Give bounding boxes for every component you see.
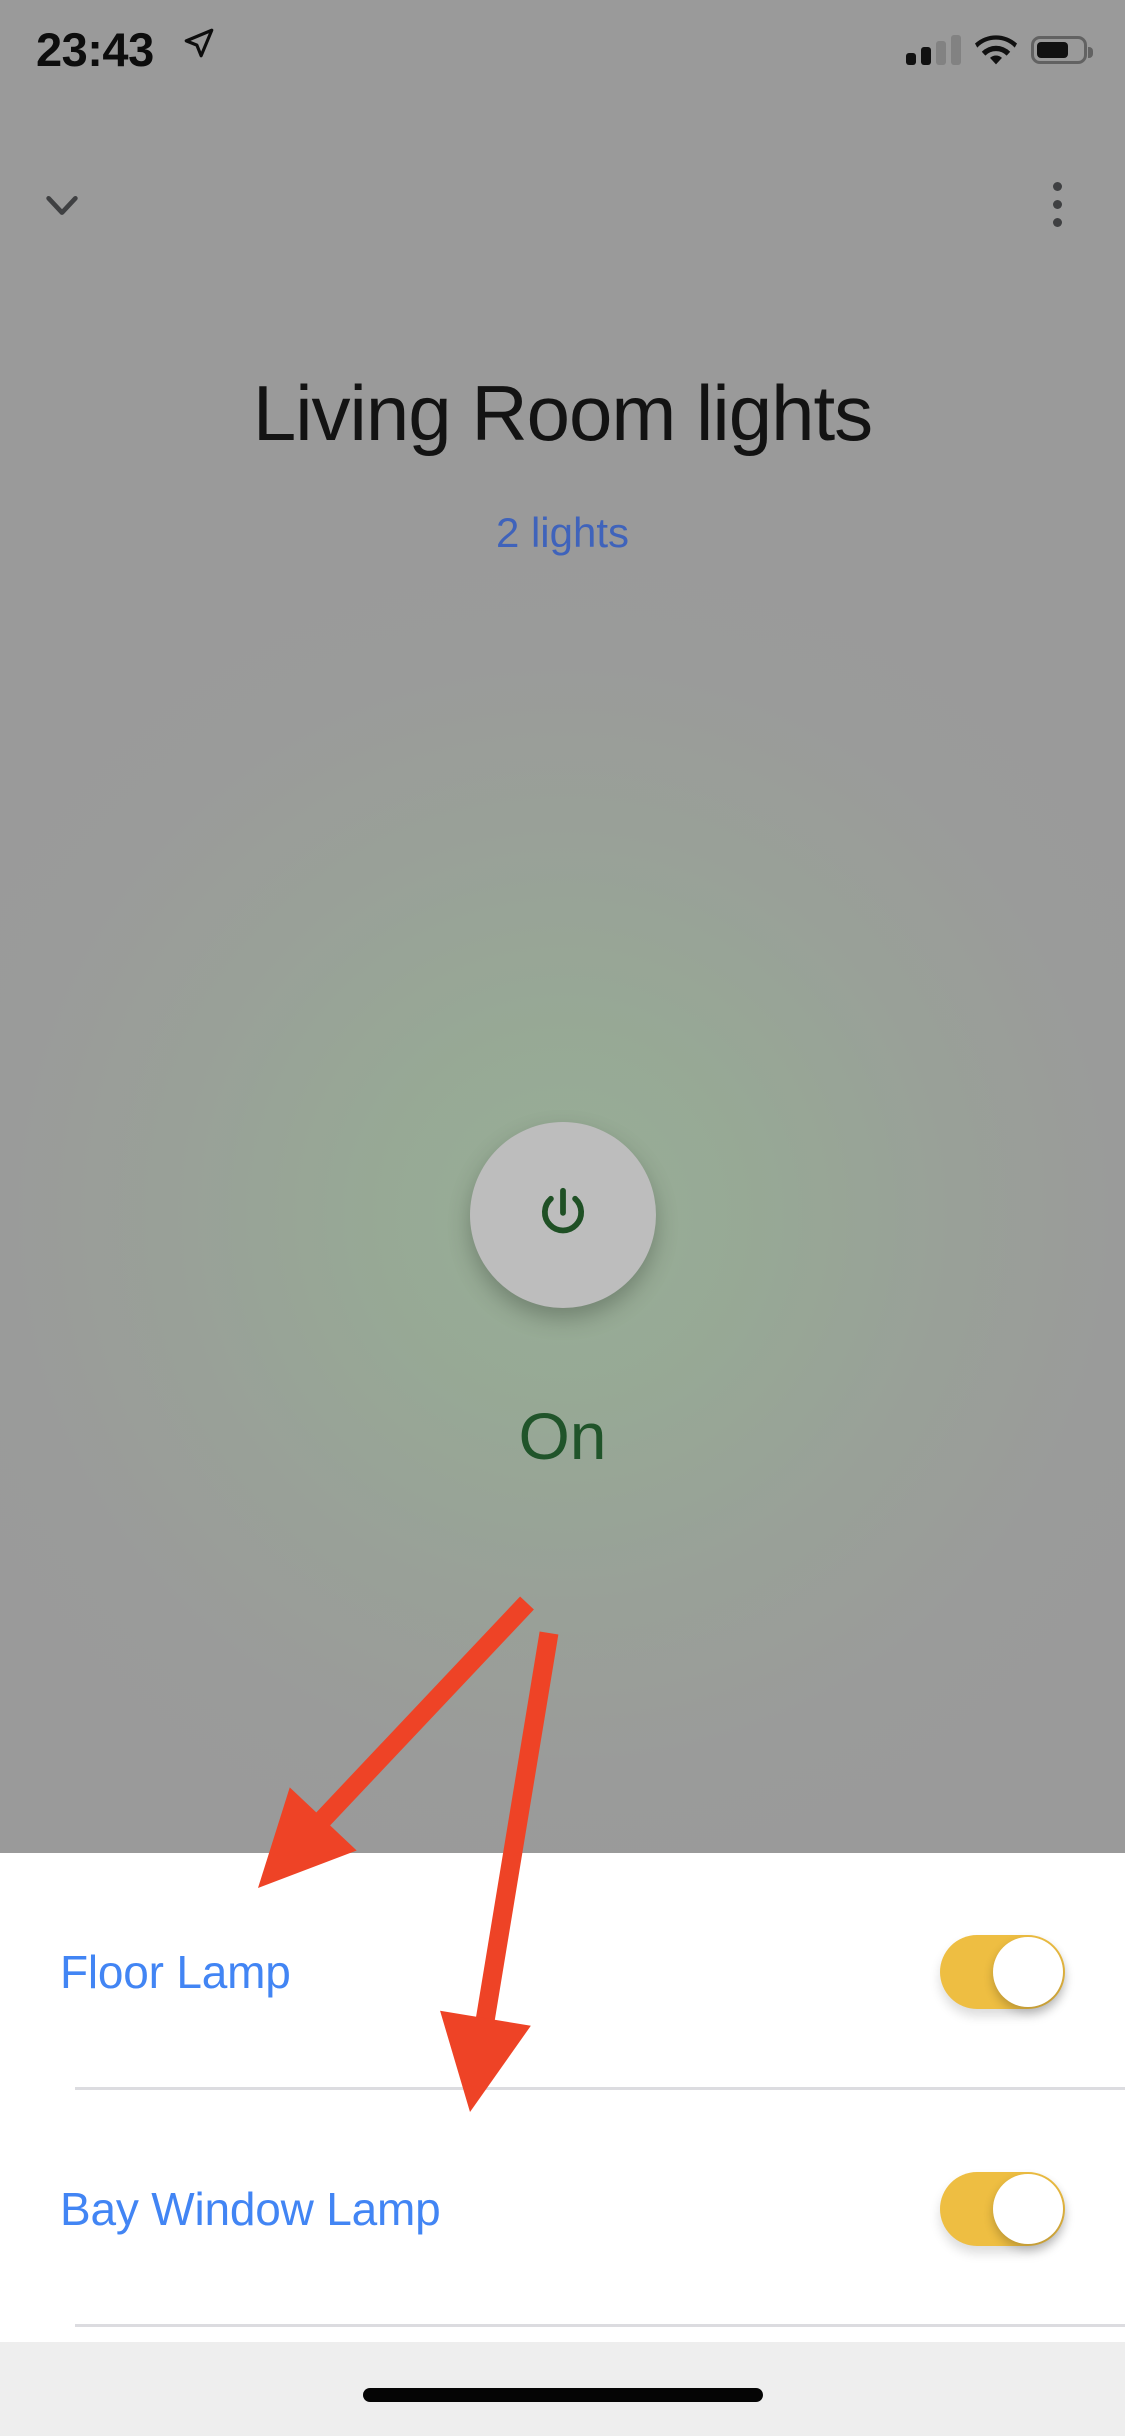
cellular-signal-icon [906,35,961,65]
device-name: Bay Window Lamp [60,2182,441,2235]
toggle-knob [993,1936,1063,2007]
home-indicator-area [0,2342,1125,2436]
status-bar: 23:43 [0,0,1125,100]
device-list-sheet: Floor Lamp Bay Window Lamp [0,1853,1125,2342]
more-vertical-icon[interactable] [1011,158,1103,250]
battery-icon [1031,36,1093,64]
status-bar-time: 23:43 [36,23,154,76]
phone-screen: 23:43 Living Room lights 2 lights On Flo… [0,0,1125,2436]
device-row-bay-window-lamp[interactable]: Bay Window Lamp [0,2090,1125,2327]
chevron-down-icon[interactable] [16,158,108,250]
device-row-floor-lamp[interactable]: Floor Lamp [0,1853,1125,2090]
device-toggle-bay-window-lamp[interactable] [940,2171,1065,2246]
page-title: Living Room lights [252,369,873,457]
toggle-knob [993,2173,1063,2244]
list-divider [75,2324,1125,2327]
location-arrow-icon [182,26,216,60]
device-name: Floor Lamp [60,1945,291,1998]
device-hero-area [0,0,1125,1853]
home-indicator-bar[interactable] [362,2388,763,2402]
device-toggle-floor-lamp[interactable] [940,1934,1065,2009]
power-icon [541,1187,584,1234]
status-bar-indicators [906,30,1093,70]
navigation-bar [0,150,1125,260]
wifi-icon [975,35,1017,65]
power-state-label: On [518,1399,607,1473]
page-subtitle[interactable]: 2 lights [0,509,1125,557]
power-toggle-button[interactable] [469,1122,656,1308]
